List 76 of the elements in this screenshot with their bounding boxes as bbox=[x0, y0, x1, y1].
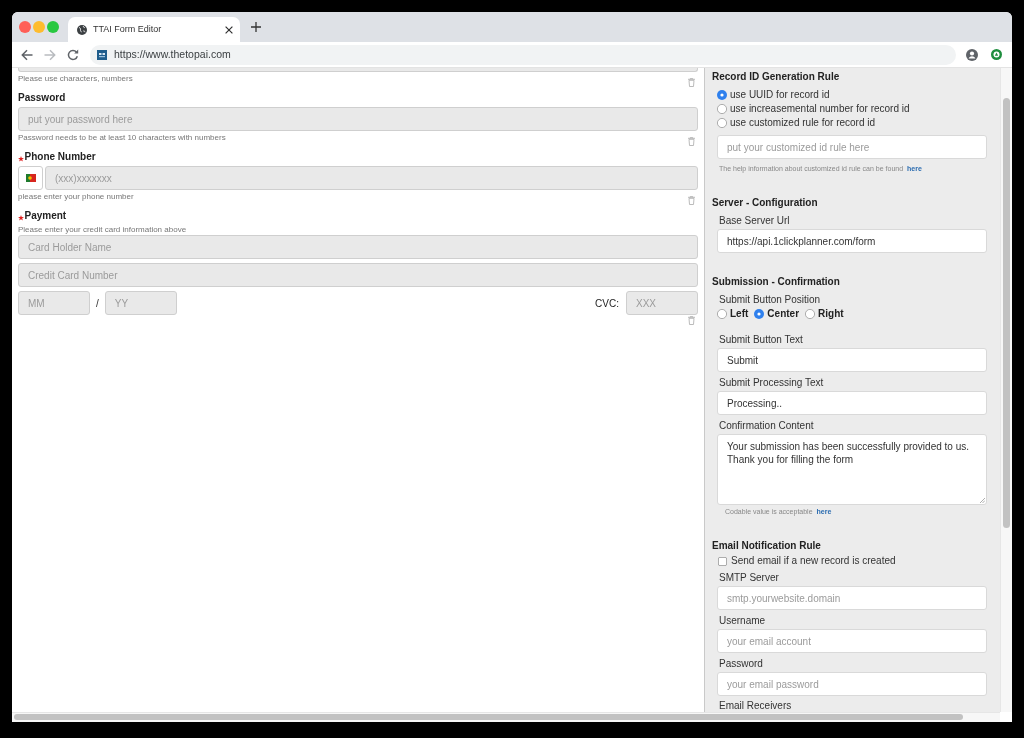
hint-text: Please use characters, numbers bbox=[18, 74, 133, 85]
radio-button[interactable] bbox=[717, 90, 727, 100]
field-label: Password bbox=[18, 91, 66, 105]
country-picker-button[interactable] bbox=[18, 166, 43, 190]
expiry-year-field[interactable]: YY bbox=[104, 291, 177, 315]
resize-handle-icon[interactable] bbox=[980, 498, 985, 503]
field-label: SMTP Server bbox=[718, 571, 780, 585]
input-field[interactable]: put your password here bbox=[18, 107, 698, 131]
vertical-scrollbar-track[interactable] bbox=[1000, 68, 1012, 712]
account-icon[interactable] bbox=[966, 48, 978, 61]
trash-icon[interactable] bbox=[688, 78, 695, 87]
hint-text: Password needs to be at least 10 characters with numbers bbox=[18, 133, 226, 144]
new-tab-icon[interactable] bbox=[251, 22, 261, 32]
field-label: Username bbox=[718, 614, 767, 628]
cvc-label: CVC: bbox=[595, 296, 619, 311]
input-field[interactable]: put your customized id rule here bbox=[717, 135, 987, 159]
checkbox-label[interactable]: Send email if a new record is created bbox=[731, 555, 896, 567]
hint-text: Please enter your credit card information above bbox=[18, 225, 188, 235]
field-label: Phone Number bbox=[24, 150, 96, 164]
cvc-field[interactable]: XXX bbox=[626, 291, 698, 315]
radio-button[interactable] bbox=[717, 309, 727, 319]
section-title: Email Notification Rule bbox=[712, 539, 822, 553]
field-label: Base Server Url bbox=[718, 214, 791, 228]
field-label: Confirmation Content bbox=[718, 419, 815, 433]
input-field[interactable]: https://api.1clickplanner.com/form bbox=[717, 229, 987, 253]
close-tab-icon[interactable] bbox=[225, 25, 233, 34]
phone-number-field[interactable]: (xxx)xxxxxxx bbox=[45, 166, 698, 190]
input-field[interactable] bbox=[18, 68, 698, 72]
option-label[interactable]: Center bbox=[767, 308, 800, 320]
date-separator: / bbox=[96, 296, 99, 311]
textarea-field[interactable]: Your submission has been successfully provided to us. Thank you for filling the form bbox=[717, 434, 987, 505]
option-label[interactable]: Left bbox=[730, 308, 749, 320]
field-label: Submit Button Position bbox=[718, 293, 822, 307]
radio-button[interactable] bbox=[805, 309, 816, 319]
option-label[interactable]: use UUID for record id bbox=[730, 89, 830, 101]
browser-tab[interactable]: TTAI Form Editor bbox=[68, 17, 240, 42]
trash-icon[interactable] bbox=[688, 137, 695, 146]
trash-icon[interactable] bbox=[688, 196, 695, 205]
field-label: Submit Processing Text bbox=[718, 376, 825, 390]
input-field[interactable]: Processing.. bbox=[717, 391, 987, 415]
globe-icon bbox=[77, 24, 87, 35]
section-title: Submission - Confirmation bbox=[712, 275, 841, 289]
horizontal-scrollbar-track[interactable] bbox=[12, 712, 1000, 722]
card-input-field[interactable]: Card Holder Name bbox=[18, 235, 698, 259]
field-label: Submit Button Text bbox=[718, 333, 804, 347]
section-title: Server - Configuration bbox=[712, 196, 819, 210]
extension-icon[interactable] bbox=[991, 49, 1002, 60]
input-field[interactable]: your email password bbox=[717, 672, 987, 696]
field-label: Email Receivers bbox=[718, 700, 793, 712]
site-logo-icon bbox=[97, 49, 107, 60]
option-label[interactable]: Right bbox=[818, 308, 844, 320]
section-title: Record ID Generation Rule bbox=[712, 70, 841, 84]
expiry-month-field[interactable]: MM bbox=[18, 291, 90, 315]
input-field[interactable]: Submit bbox=[717, 348, 987, 372]
field-label: Payment bbox=[24, 209, 67, 223]
input-field[interactable]: your email account bbox=[717, 629, 987, 653]
field-label: Password bbox=[718, 657, 764, 671]
scrollbar-thumb[interactable] bbox=[1003, 98, 1010, 528]
checkbox[interactable] bbox=[718, 556, 727, 566]
scrollbar-thumb[interactable] bbox=[14, 714, 963, 720]
card-input-field[interactable]: Credit Card Number bbox=[18, 263, 698, 287]
minimize-window-icon[interactable] bbox=[33, 21, 45, 33]
radio-button[interactable] bbox=[754, 309, 765, 319]
option-label[interactable]: use increasemental number for record id bbox=[730, 103, 910, 115]
maximize-window-icon[interactable] bbox=[47, 21, 59, 33]
flag-icon bbox=[25, 174, 36, 182]
radio-button[interactable] bbox=[717, 118, 727, 128]
option-label[interactable]: use customized rule for record id bbox=[730, 117, 876, 129]
address-bar[interactable]: https://www.thetopai.com bbox=[90, 44, 956, 65]
close-window-icon[interactable] bbox=[19, 21, 31, 33]
radio-button[interactable] bbox=[717, 104, 727, 114]
trash-icon[interactable] bbox=[688, 316, 695, 325]
hint-text: please enter your phone number bbox=[18, 192, 134, 203]
back-icon[interactable] bbox=[21, 48, 33, 61]
input-field[interactable]: smtp.yourwebsite.domain bbox=[717, 586, 987, 610]
reload-icon[interactable] bbox=[67, 48, 79, 61]
